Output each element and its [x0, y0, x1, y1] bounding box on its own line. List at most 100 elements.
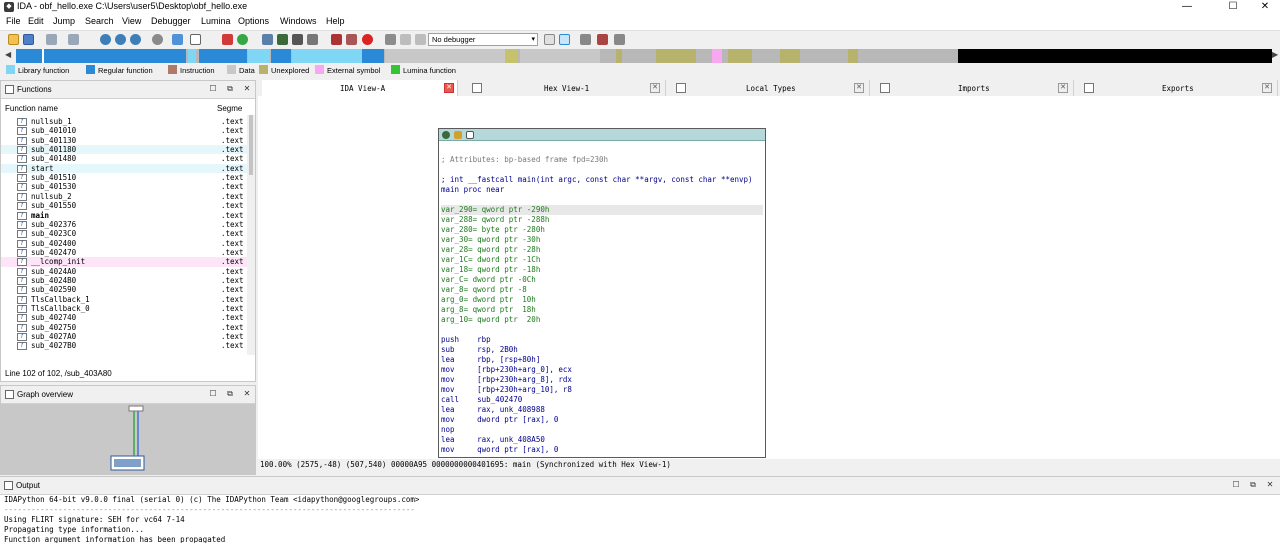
function-row[interactable]: f sub_4027A0 .text	[1, 332, 247, 342]
list-icon[interactable]	[597, 34, 608, 45]
undefine-icon[interactable]	[331, 34, 342, 45]
disassembly-listing[interactable]: ; Attributes: bp-based frame fpd=230h ; i…	[441, 145, 763, 455]
tab-imports[interactable]: Imports ✕	[874, 80, 1074, 96]
disasm-line[interactable]: main proc near	[441, 185, 763, 195]
function-row[interactable]: f sub_4023C0 .text	[1, 229, 247, 239]
function-row[interactable]: f start .text	[1, 163, 247, 174]
tab-close-icon[interactable]: ✕	[650, 83, 660, 93]
text-mode-icon[interactable]	[190, 34, 201, 45]
disasm-line[interactable]	[441, 325, 763, 335]
disasm-line[interactable]: var_30= qword ptr -30h	[441, 235, 763, 245]
forward-arrow-icon[interactable]	[68, 34, 79, 45]
disasm-line[interactable]	[441, 195, 763, 205]
menu-view[interactable]: View	[122, 16, 141, 26]
minimize-button[interactable]: —	[1164, 0, 1210, 14]
tab-exports[interactable]: Exports ✕	[1078, 80, 1278, 96]
search-binary-icon[interactable]	[152, 34, 163, 45]
jump-icon[interactable]	[172, 34, 183, 45]
play-icon[interactable]	[385, 34, 396, 45]
code-icon[interactable]	[262, 34, 273, 45]
function-row[interactable]: f sub_401550 .text	[1, 201, 247, 211]
panel-float-icon[interactable]: ⧉	[225, 389, 235, 399]
disasm-line[interactable]: mov [rbp+230h+arg_0], ecx	[441, 365, 763, 375]
menu-edit[interactable]: Edit	[28, 16, 44, 26]
disasm-line[interactable]: var_C= dword ptr -0Ch	[441, 275, 763, 285]
collapse-icon[interactable]	[614, 34, 625, 45]
nav-right-arrow-icon[interactable]: ▶	[1272, 50, 1278, 59]
menu-windows[interactable]: Windows	[280, 16, 317, 26]
function-row[interactable]: f sub_401510 .text	[1, 173, 247, 183]
menu-jump[interactable]: Jump	[53, 16, 75, 26]
function-row[interactable]: f sub_402400 .text	[1, 239, 247, 248]
disasm-line[interactable]: mov [rbp+230h+arg_8], rdx	[441, 375, 763, 385]
column-function-name[interactable]: Function name	[5, 104, 58, 113]
menu-lumina[interactable]: Lumina	[201, 16, 231, 26]
tab-local-types[interactable]: Local Types ✕	[670, 80, 870, 96]
disasm-line[interactable]: lea rax, unk_408A50	[441, 435, 763, 445]
globe-icon[interactable]	[100, 34, 111, 45]
disasm-line[interactable]: nop	[441, 425, 763, 435]
tab-close-icon[interactable]: ✕	[444, 83, 454, 93]
menu-help[interactable]: Help	[326, 16, 345, 26]
disasm-line[interactable]: mov dword ptr [rax], 0	[441, 415, 763, 425]
disasm-line[interactable]	[441, 145, 763, 155]
navigation-band[interactable]	[16, 49, 1272, 63]
panel-close-icon[interactable]: ✕	[242, 389, 252, 399]
tab-ida-view-a[interactable]: IDA View-A ✕	[262, 80, 458, 96]
panel-maximize-icon[interactable]: ☐	[1231, 480, 1241, 490]
function-row[interactable]: f TlsCallback_0 .text	[1, 304, 247, 313]
panel-float-icon[interactable]: ⧉	[225, 84, 235, 94]
disasm-line[interactable]: push rbp	[441, 335, 763, 345]
menu-search[interactable]: Search	[85, 16, 114, 26]
panel-close-icon[interactable]: ✕	[242, 84, 252, 94]
function-row[interactable]: f sub_4024A0 .text	[1, 267, 247, 276]
function-row[interactable]: f sub_401530 .text	[1, 182, 247, 192]
disasm-line[interactable]: ; int __fastcall main(int argc, const ch…	[441, 175, 763, 185]
disasm-line[interactable]: ; Attributes: bp-based frame fpd=230h	[441, 155, 763, 165]
panel-maximize-icon[interactable]: ☐	[208, 389, 218, 399]
function-row[interactable]: f sub_402750 .text	[1, 323, 247, 332]
back-arrow-icon[interactable]	[46, 34, 57, 45]
nav-left-arrow-icon[interactable]: ◀	[5, 50, 11, 59]
panel-maximize-icon[interactable]: ☐	[208, 84, 218, 94]
function-row[interactable]: f sub_4024B0 .text	[1, 276, 247, 285]
tab-hex-view-1[interactable]: Hex View-1 ✕	[466, 80, 666, 96]
function-row[interactable]: f __lcomp_init .text	[1, 257, 247, 267]
disasm-line[interactable]: var_18= qword ptr -18h	[441, 265, 763, 275]
disasm-line[interactable]: call sub_402470	[441, 395, 763, 405]
save-icon[interactable]	[23, 34, 34, 45]
lumina-icon[interactable]	[237, 34, 248, 45]
menu-options[interactable]: Options	[238, 16, 269, 26]
breakpoint-icon[interactable]	[362, 34, 373, 45]
layout-icon[interactable]	[580, 34, 591, 45]
search-text-icon[interactable]	[130, 34, 141, 45]
disasm-line[interactable]: var_28= qword ptr -28h	[441, 245, 763, 255]
function-row[interactable]: f sub_402470 .text	[1, 248, 247, 257]
function-row[interactable]: f sub_401480 .text	[1, 154, 247, 164]
disasm-line[interactable]: arg_0= dword ptr 10h	[441, 295, 763, 305]
panel-close-icon[interactable]: ✕	[1265, 480, 1275, 490]
string-icon[interactable]	[292, 34, 303, 45]
graph-overview-canvas[interactable]	[1, 404, 255, 474]
sync-icon[interactable]	[559, 34, 570, 45]
disasm-line[interactable]: var_8= qword ptr -8	[441, 285, 763, 295]
function-row[interactable]: f sub_401130 .text	[1, 136, 247, 145]
function-row[interactable]: f nullsub_2 .text	[1, 192, 247, 201]
function-icon[interactable]	[346, 34, 357, 45]
node-color-icon[interactable]	[442, 131, 450, 139]
tab-close-icon[interactable]: ✕	[854, 83, 864, 93]
disasm-line[interactable]: lea rbp, [rsp+80h]	[441, 355, 763, 365]
graph-node-main[interactable]: ; Attributes: bp-based frame fpd=230h ; i…	[438, 128, 766, 458]
tab-close-icon[interactable]: ✕	[1058, 83, 1068, 93]
ida-view-graph[interactable]: ; Attributes: bp-based frame fpd=230h ; i…	[258, 96, 1280, 471]
function-row[interactable]: f TlsCallback_1 .text	[1, 295, 247, 304]
open-folder-icon[interactable]	[8, 34, 19, 45]
pause-icon[interactable]	[400, 34, 411, 45]
graph-view-icon[interactable]	[222, 34, 233, 45]
disasm-line[interactable]: mov [rbp+230h+arg_10], r8	[441, 385, 763, 395]
functions-scrollbar[interactable]	[247, 115, 255, 355]
column-segment[interactable]: Segme	[217, 104, 242, 113]
disasm-line[interactable]: var_290= qword ptr -290h	[441, 205, 763, 215]
output-log[interactable]: IDAPython 64-bit v9.0.0 final (serial 0)…	[4, 495, 1274, 543]
tab-close-icon[interactable]: ✕	[1262, 83, 1272, 93]
